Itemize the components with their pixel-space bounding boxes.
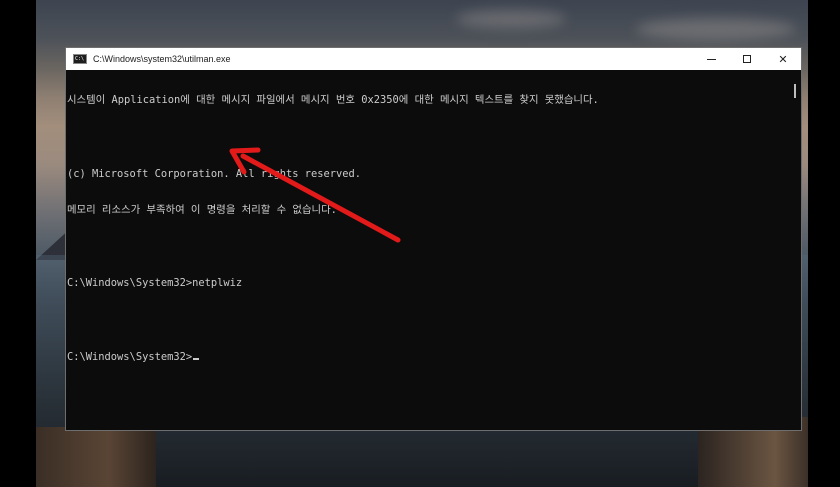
caption-buttons: ✕	[693, 48, 801, 70]
cloud	[636, 18, 796, 40]
minimize-icon	[706, 58, 716, 60]
maximize-icon	[743, 55, 751, 63]
window-title: C:\Windows\system32\utilman.exe	[93, 54, 231, 64]
console-prompt: C:\Windows\System32>	[67, 350, 193, 363]
console-app-icon: C:\	[73, 54, 87, 64]
text-cursor	[193, 357, 200, 360]
minimize-button[interactable]	[693, 48, 729, 70]
vertical-scrollbar[interactable]	[790, 70, 801, 430]
close-icon: ✕	[778, 52, 788, 66]
console-output[interactable]: 시스템이 Application에 대한 메시지 파일에서 메시지 번호 0x2…	[66, 70, 790, 430]
title-bar[interactable]: C:\ C:\Windows\system32\utilman.exe ✕	[66, 48, 801, 70]
close-button[interactable]: ✕	[765, 48, 801, 70]
console-line: 메모리 리소스가 부족하여 이 명령을 처리할 수 없습니다.	[67, 204, 337, 217]
pier-left	[36, 427, 156, 487]
cloud	[456, 10, 566, 28]
console-prompt-line[interactable]: C:\Windows\System32>	[66, 351, 790, 363]
console-line: 시스템이 Application에 대한 메시지 파일에서 메시지 번호 0x2…	[67, 94, 599, 107]
scroll-thumb[interactable]	[794, 84, 796, 98]
maximize-button[interactable]	[729, 48, 765, 70]
console-line: (c) Microsoft Corporation. All rights re…	[67, 167, 362, 180]
console-window[interactable]: C:\ C:\Windows\system32\utilman.exe ✕ 시스…	[65, 47, 802, 431]
console-command-line: C:\Windows\System32>netplwiz	[67, 277, 243, 290]
icon-text: C:\	[75, 56, 85, 62]
